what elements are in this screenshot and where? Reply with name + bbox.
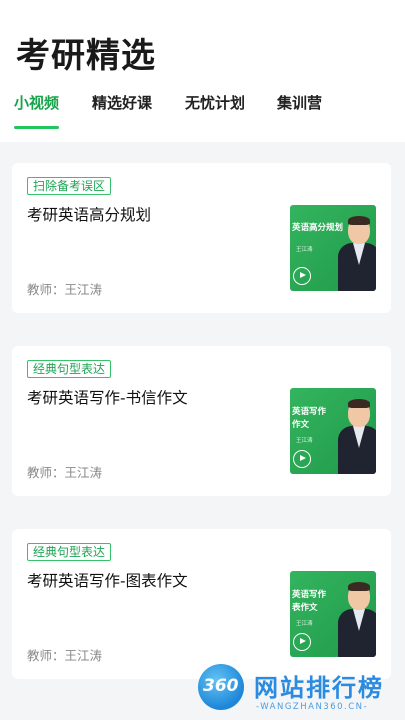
teacher-label: 教师：王江涛 [27,465,103,480]
watermark-title: 网站排行榜 [254,674,384,702]
watermark-logo-text: 360 [203,676,239,696]
thumbnail-teacher: 王江涛 [296,438,313,444]
tab-short-video[interactable]: 小视频 [14,92,59,113]
thumbnail-teacher: 王江涛 [296,621,313,627]
video-card[interactable]: 经典句型表达 考研英语写作-书信作文 教师：王江涛 英语写作 作文 王江涛 [12,346,391,496]
teacher-photo [338,216,376,291]
category-tag: 扫除备考误区 [27,177,112,195]
video-thumbnail[interactable]: 英语写作 作文 王江涛 [290,388,376,474]
teacher-photo [338,582,376,657]
video-card[interactable]: 经典句型表达 考研英语写作-图表作文 教师：王江涛 英语写作 表作文 王江涛 [12,529,391,679]
tab-training-camp[interactable]: 集训营 [277,92,322,113]
site-watermark: 360 网站排行榜 -WANGZHAN360.CN- [192,664,405,720]
video-title: 考研英语写作-书信作文 [27,389,188,407]
play-icon[interactable] [293,633,311,651]
teacher-photo [338,399,376,474]
category-tag: 经典句型表达 [27,360,112,378]
video-title: 考研英语写作-图表作文 [27,572,188,590]
thumbnail-teacher: 王江涛 [296,247,313,253]
tab-worry-free-plan[interactable]: 无忧计划 [185,92,245,113]
video-thumbnail[interactable]: 英语写作 表作文 王江涛 [290,571,376,657]
video-thumbnail[interactable]: 英语高分规划 王江涛 [290,205,376,291]
tab-featured-courses[interactable]: 精选好课 [92,92,152,113]
category-tag: 经典句型表达 [27,543,112,561]
page-title: 考研精选 [16,36,156,76]
watermark-subtitle: -WANGZHAN360.CN- [256,702,369,712]
tab-bar: 小视频 精选好课 无忧计划 集训营 [0,92,405,132]
teacher-label: 教师：王江涛 [27,282,103,297]
video-title: 考研英语高分规划 [27,206,152,224]
active-tab-indicator [14,126,59,129]
play-icon[interactable] [293,267,311,285]
teacher-label: 教师：王江涛 [27,648,103,663]
play-icon[interactable] [293,450,311,468]
header: 考研精选 小视频 精选好课 无忧计划 集训营 [0,0,405,142]
video-card[interactable]: 扫除备考误区 考研英语高分规划 教师：王江涛 英语高分规划 王江涛 [12,163,391,313]
